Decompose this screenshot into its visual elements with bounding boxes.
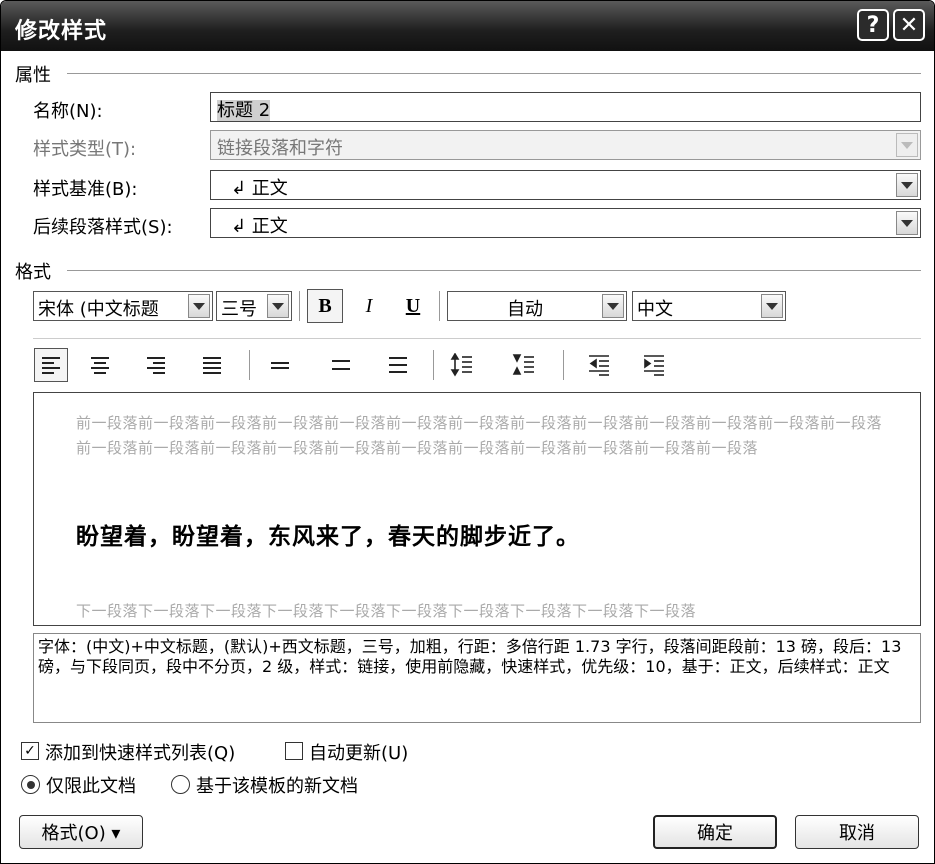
chevron-down-icon (607, 302, 619, 310)
this-document-only-radio[interactable] (21, 775, 40, 794)
new-documents-template-radio[interactable] (171, 775, 190, 794)
decrease-indent-button[interactable] (582, 348, 616, 382)
help-button[interactable]: ? (857, 9, 889, 41)
dialog-title: 修改样式 (15, 19, 108, 44)
following-style-label: 后续段落样式(S): (33, 217, 173, 238)
align-left-button[interactable] (34, 348, 68, 382)
toolbar-separator (299, 291, 300, 321)
modify-style-dialog: 修改样式 ? ✕ 属性 名称(N): 标题 2 样式类型(T): 链接段落和字符… (0, 0, 935, 864)
properties-section-label: 属性 (15, 65, 51, 86)
single-spacing-button[interactable] (263, 348, 297, 382)
name-input[interactable]: 标题 2 (210, 92, 921, 122)
indent-decrease-icon (589, 355, 609, 376)
align-left-icon (42, 357, 60, 374)
underline-button[interactable]: U (395, 289, 431, 323)
toolbar-separator (433, 350, 434, 380)
toolbar-separator (249, 350, 250, 380)
align-justify-icon (203, 357, 221, 374)
based-on-value: ↲ 正文 (231, 178, 288, 199)
language-value: 中文 (637, 299, 673, 320)
following-style-select[interactable]: ↲ 正文 (210, 208, 921, 238)
this-document-only-label[interactable]: 仅限此文档 (46, 772, 136, 798)
line-spacing-onehalf-icon (332, 360, 350, 370)
name-input-value: 标题 2 (217, 100, 271, 121)
checkmark-icon: ✓ (24, 743, 36, 759)
style-type-value: 链接段落和字符 (217, 138, 343, 159)
chevron-down-icon (901, 219, 913, 227)
bold-button[interactable]: B (307, 289, 343, 323)
font-size-value: 三号 (221, 299, 257, 320)
chevron-down-icon (901, 181, 913, 189)
title-bar[interactable]: 修改样式 ? ✕ (1, 1, 934, 51)
next-paragraph-preview: 下一段落下一段落下一段落下一段落下一段落下一段落下一段落下一段落下一段落下一段落 (76, 602, 697, 620)
spacing-decrease-icon (512, 354, 534, 375)
increase-paragraph-spacing-button[interactable] (445, 348, 479, 382)
based-on-select[interactable]: ↲ 正文 (210, 170, 921, 200)
style-description: 字体：(中文)+中文标题，(默认)+西文标题，三号，加粗，行距：多倍行距 1.7… (33, 633, 921, 723)
format-separator (67, 270, 921, 271)
font-color-dropdown-button[interactable] (602, 294, 624, 318)
justify-button[interactable] (195, 348, 229, 382)
font-dropdown-button[interactable] (188, 294, 210, 318)
format-section-label: 格式 (15, 262, 51, 283)
align-right-button[interactable] (139, 348, 173, 382)
line-spacing-double-icon (389, 357, 407, 373)
font-color-select[interactable]: 自动 (447, 291, 627, 321)
font-size-select[interactable]: 三号 (216, 291, 292, 321)
align-center-icon (91, 357, 109, 374)
format-menu-button[interactable]: 格式(O) ▾ (19, 815, 143, 849)
increase-indent-button[interactable] (637, 348, 671, 382)
decrease-paragraph-spacing-button[interactable] (507, 348, 541, 382)
previous-paragraph-preview: 前一段落前一段落前一段落前一段落前一段落前一段落前一段落前一段落前一段落前一段落… (76, 414, 883, 457)
close-button[interactable]: ✕ (893, 9, 925, 41)
font-color-value: 自动 (507, 299, 543, 320)
based-on-dropdown-button[interactable] (896, 173, 918, 197)
name-label: 名称(N): (33, 101, 103, 122)
new-documents-template-label[interactable]: 基于该模板的新文档 (196, 772, 358, 798)
language-dropdown-button[interactable] (761, 294, 783, 318)
add-to-quick-style-label[interactable]: 添加到快速样式列表(Q) (45, 739, 235, 765)
style-type-dropdown-button[interactable] (896, 133, 918, 157)
properties-separator (67, 73, 921, 74)
chevron-down-icon (901, 141, 913, 149)
font-select[interactable]: 宋体 (中文标题 (33, 291, 213, 321)
chevron-down-icon (193, 302, 205, 310)
chevron-down-icon (766, 302, 778, 310)
radio-selected-icon (26, 780, 35, 789)
toolbar-separator (563, 350, 564, 380)
font-size-dropdown-button[interactable] (267, 294, 289, 318)
sample-text-preview: 盼望着，盼望着，东风来了，春天的脚步近了。 (76, 524, 580, 550)
auto-update-checkbox[interactable] (285, 742, 303, 760)
align-right-icon (147, 357, 165, 374)
toolbar-row-separator (33, 338, 921, 339)
based-on-label: 样式基准(B): (33, 179, 138, 200)
font-value: 宋体 (中文标题 (38, 299, 159, 320)
ok-button[interactable]: 确定 (653, 815, 777, 849)
indent-increase-icon (644, 355, 664, 376)
style-type-label: 样式类型(T): (33, 139, 137, 160)
line-spacing-single-icon (271, 362, 289, 369)
add-to-quick-style-checkbox[interactable]: ✓ (21, 742, 39, 760)
style-preview-pane: 前一段落前一段落前一段落前一段落前一段落前一段落前一段落前一段落前一段落前一段落… (33, 392, 921, 626)
spacing-increase-icon (450, 353, 472, 377)
language-select[interactable]: 中文 (632, 291, 786, 321)
one-half-spacing-button[interactable] (324, 348, 358, 382)
chevron-down-icon (272, 302, 284, 310)
style-type-select[interactable]: 链接段落和字符 (210, 130, 921, 160)
auto-update-label[interactable]: 自动更新(U) (309, 739, 408, 765)
align-center-button[interactable] (83, 348, 117, 382)
cancel-button[interactable]: 取消 (795, 815, 919, 849)
following-style-value: ↲ 正文 (231, 216, 288, 237)
following-style-dropdown-button[interactable] (896, 211, 918, 235)
double-spacing-button[interactable] (381, 348, 415, 382)
toolbar-separator (439, 291, 440, 321)
italic-button[interactable]: I (351, 289, 387, 323)
